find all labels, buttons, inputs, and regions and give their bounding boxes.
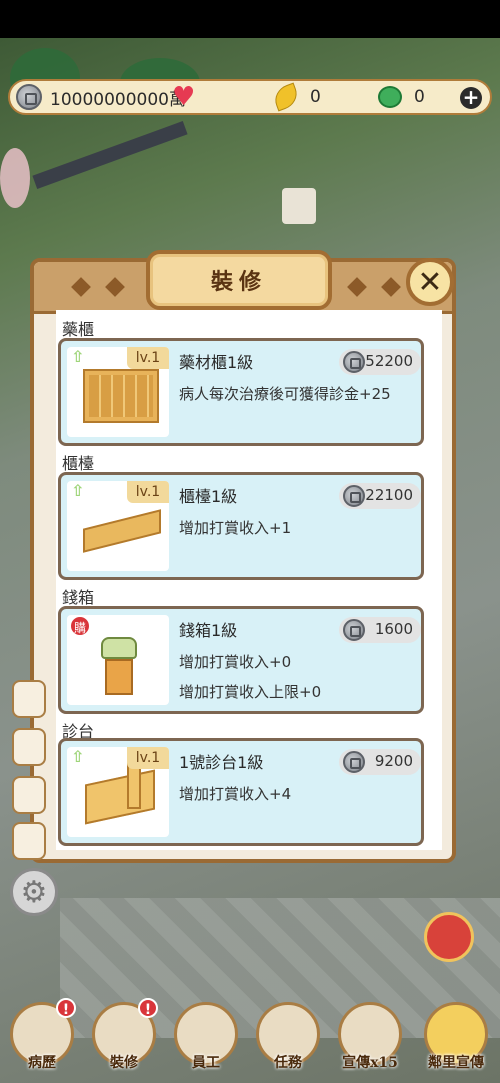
cost-value: 22100 xyxy=(365,486,413,504)
level-tag: lv.1 xyxy=(127,481,169,503)
table-drawing xyxy=(85,769,155,825)
section-title-cashbox: 錢箱 xyxy=(62,588,95,607)
bottom-nav: ! 病歷 ! 裝修 員工 任務 宣傳x15 鄰里宣傳 xyxy=(0,996,500,1083)
leaf-resource: 0 xyxy=(270,81,321,113)
level-tag: lv.1 xyxy=(127,347,169,369)
title-plate: 裝修 xyxy=(146,250,332,310)
item-description: 增加打賞收入+0 xyxy=(179,653,292,671)
nav-tasks[interactable]: 任務 xyxy=(252,996,324,1080)
side-tab[interactable] xyxy=(12,680,46,718)
item-description: 增加打賞收入+1 xyxy=(179,519,292,537)
section-title-counter: 櫃檯 xyxy=(62,454,95,473)
nav-medical-records[interactable]: ! 病歷 xyxy=(6,996,78,1080)
cost-value: 9200 xyxy=(374,752,413,770)
status-bar xyxy=(0,0,500,38)
jade-resource: 0 xyxy=(378,81,425,113)
upgrade-card-exam-table[interactable]: ⇧ lv.1 1號診台1級 9200 增加打賞收入+4 xyxy=(58,738,424,846)
modal-header: 裝修 xyxy=(34,250,452,314)
upgrade-card-medicine-cabinet[interactable]: ⇧ lv.1 藥材櫃1級 52200 病人每次治療後可獲得診金+25 xyxy=(58,338,424,446)
diamond-ornament xyxy=(71,277,91,297)
nav-label: 員工 xyxy=(192,1055,220,1071)
level-tag: lv.1 xyxy=(127,747,169,769)
upgrade-card-cashbox[interactable]: 購 錢箱1級 1600 增加打賞收入+0 增加打賞收入上限+0 xyxy=(58,606,424,714)
alert-badge: ! xyxy=(56,998,76,1018)
side-tab[interactable] xyxy=(12,822,46,860)
cashbox-drawing xyxy=(101,637,137,697)
diamond-ornament xyxy=(105,277,125,297)
cashbox-lid xyxy=(101,637,137,659)
leaf-icon xyxy=(270,82,302,112)
diamond-ornament xyxy=(347,277,367,297)
nav-label: 宣傳x15 xyxy=(342,1055,398,1071)
settings-button[interactable]: ⚙ xyxy=(10,868,58,916)
silver-coin-icon xyxy=(343,485,365,507)
item-name: 藥材櫃1級 xyxy=(179,353,254,372)
cost-value: 52200 xyxy=(365,352,413,370)
resource-bar: 10000000000萬 ♥ 0 0 + xyxy=(8,79,492,115)
add-currency-button[interactable]: + xyxy=(460,87,482,109)
cabinet-drawing xyxy=(83,369,159,423)
silver-coin-icon xyxy=(343,619,365,641)
diamond-ornament xyxy=(381,277,401,297)
nav-label: 病歷 xyxy=(28,1055,56,1071)
jade-icon xyxy=(378,86,402,108)
silver-coin-icon xyxy=(343,751,365,773)
renovation-list: 藥櫃 ⇧ lv.1 藥材櫃1級 52200 病人每次治療後可獲得診金+25 櫃檯… xyxy=(56,310,442,850)
cashbox-base xyxy=(105,659,133,695)
lucky-bag-icon[interactable] xyxy=(424,912,474,962)
nav-promotion[interactable]: 宣傳x15 xyxy=(334,996,406,1080)
section-title-medicine-cabinet: 藥櫃 xyxy=(62,320,95,339)
silver-coin-icon xyxy=(343,351,365,373)
item-name: 1號診台1級 xyxy=(179,753,264,772)
gear-icon: ⚙ xyxy=(20,875,48,910)
alert-badge: ! xyxy=(138,998,158,1018)
upgrade-cost-button[interactable]: 1600 xyxy=(339,617,421,643)
heart-icon: ♥ xyxy=(172,82,196,112)
nav-label: 任務 xyxy=(274,1055,302,1071)
item-description: 增加打賞收入+4 xyxy=(179,785,292,803)
wall-decoration xyxy=(32,121,188,189)
item-name: 櫃檯1級 xyxy=(179,487,238,506)
plant-pot xyxy=(282,188,316,224)
counter-drawing xyxy=(83,509,161,553)
silver-coin-icon xyxy=(16,84,42,110)
item-description: 增加打賞收入上限+0 xyxy=(179,683,322,701)
renovation-modal: 裝修 藥櫃 ⇧ lv.1 藥材櫃1級 52200 病人每次治療後可獲得診金+25… xyxy=(30,250,456,863)
close-icon: ✕ xyxy=(417,265,443,300)
upgrade-arrow-icon: ⇧ xyxy=(71,347,85,366)
nav-staff[interactable]: 員工 xyxy=(170,996,242,1080)
upgrade-arrow-icon: ⇧ xyxy=(71,481,85,500)
item-name: 錢箱1級 xyxy=(179,621,238,640)
purchase-badge: 購 xyxy=(69,615,91,637)
nav-label: 鄰里宣傳 xyxy=(428,1055,484,1071)
nav-label: 裝修 xyxy=(110,1055,138,1071)
side-tab[interactable] xyxy=(12,776,46,814)
close-button[interactable]: ✕ xyxy=(406,258,454,306)
cost-value: 1600 xyxy=(374,620,413,638)
silver-amount: 10000000000萬 xyxy=(50,89,186,110)
upgrade-card-counter[interactable]: ⇧ lv.1 櫃檯1級 22100 增加打賞收入+1 xyxy=(58,472,424,580)
nav-neighborhood-promotion[interactable]: 鄰里宣傳 xyxy=(420,996,492,1080)
modal-title: 裝修 xyxy=(210,269,267,295)
nav-renovation[interactable]: ! 裝修 xyxy=(88,996,160,1080)
upgrade-cost-button[interactable]: 22100 xyxy=(339,483,421,509)
blossom-decoration xyxy=(0,148,30,208)
upgrade-cost-button[interactable]: 52200 xyxy=(339,349,421,375)
jade-amount: 0 xyxy=(414,87,425,107)
side-tab[interactable] xyxy=(12,728,46,766)
silver-resource: 10000000000萬 xyxy=(16,81,186,113)
upgrade-arrow-icon: ⇧ xyxy=(71,747,85,766)
leaf-amount: 0 xyxy=(310,87,321,107)
item-description: 病人每次治療後可獲得診金+25 xyxy=(179,385,391,403)
upgrade-cost-button[interactable]: 9200 xyxy=(339,749,421,775)
